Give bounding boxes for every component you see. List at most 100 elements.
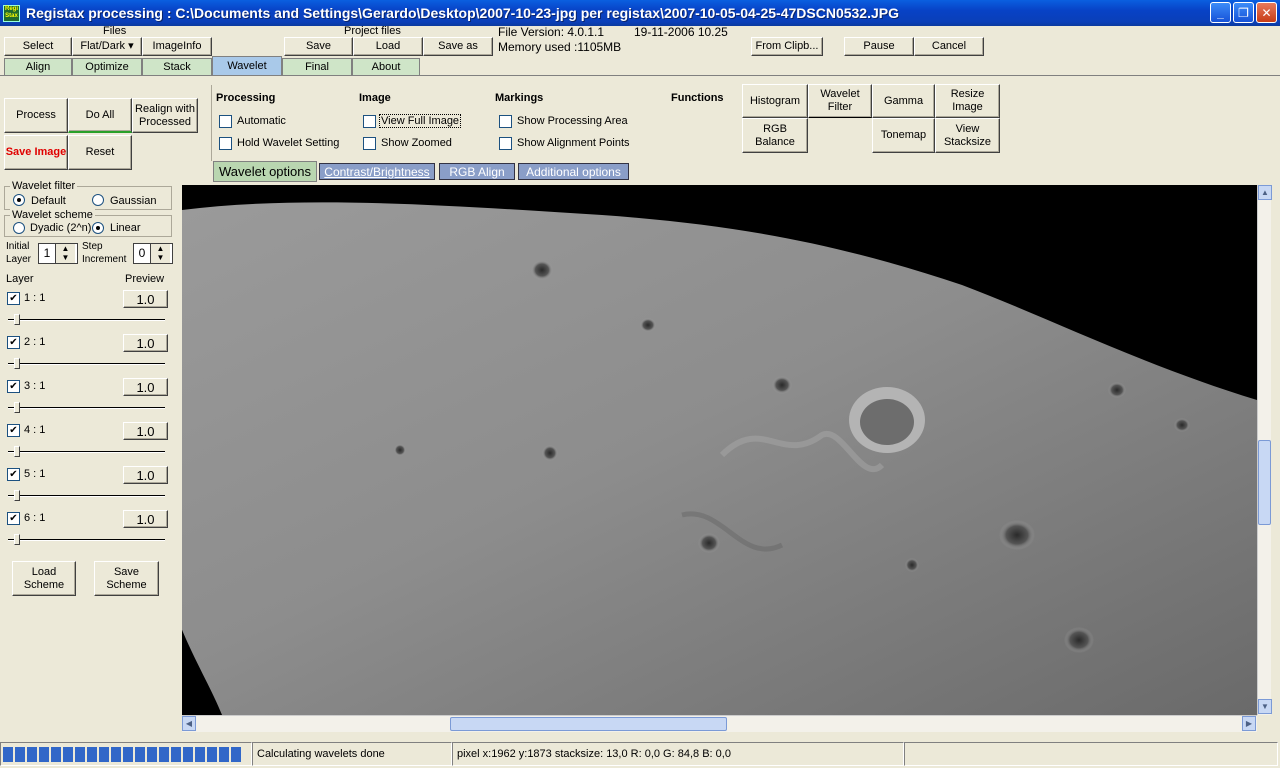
select-button[interactable]: Select: [4, 37, 72, 56]
layer-preview-button[interactable]: 1.0: [123, 378, 168, 396]
scheme-dyadic-radio[interactable]: [13, 222, 25, 234]
layer-checkbox[interactable]: ✔: [7, 292, 20, 305]
tab-align[interactable]: Align: [4, 58, 72, 75]
flat-dark-button[interactable]: Flat/Dark ▾: [72, 37, 142, 56]
show-alignment-points-label: Show Alignment Points: [517, 137, 630, 149]
project-load-button[interactable]: Load: [353, 37, 423, 56]
initial-layer-label: Initial Layer: [6, 241, 32, 265]
hold-wavelet-label: Hold Wavelet Setting: [237, 137, 340, 149]
image-title: Image: [359, 92, 391, 104]
horizontal-scroll-thumb[interactable]: [450, 717, 727, 731]
do-all-button[interactable]: Do All: [68, 98, 132, 133]
load-scheme-button[interactable]: Load Scheme: [12, 561, 76, 596]
markings-title: Markings: [495, 92, 544, 104]
project-save-as-button[interactable]: Save as: [423, 37, 493, 56]
layer-preview-button[interactable]: 1.0: [123, 334, 168, 352]
spin-arrows-icon[interactable]: ▲ ▼: [55, 244, 75, 263]
layer-slider-track[interactable]: [8, 451, 165, 453]
gamma-button[interactable]: Gamma: [872, 84, 935, 118]
resize-image-button[interactable]: Resize Image: [935, 84, 1000, 118]
initial-layer-spinner[interactable]: 1 ▲ ▼: [38, 243, 78, 264]
initial-layer-value: 1: [43, 246, 51, 260]
subtab-contrast-brightness[interactable]: Contrast/Brightness: [319, 163, 435, 180]
scroll-down-icon[interactable]: ▼: [1258, 699, 1272, 714]
horizontal-scrollbar[interactable]: ◀ ▶: [182, 715, 1257, 732]
layer-slider-track[interactable]: [8, 495, 165, 497]
save-image-button[interactable]: Save Image: [4, 135, 68, 170]
layer-preview-button[interactable]: 1.0: [123, 290, 168, 308]
process-button[interactable]: Process: [4, 98, 68, 133]
project-files-label: Project files: [344, 25, 401, 37]
tab-about[interactable]: About: [352, 58, 420, 75]
project-save-button[interactable]: Save: [284, 37, 353, 56]
progress-bar: [0, 742, 252, 766]
pause-button[interactable]: Pause: [844, 37, 914, 56]
processing-title: Processing: [216, 92, 276, 104]
vertical-scrollbar[interactable]: ▲ ▼: [1257, 185, 1272, 715]
reset-button[interactable]: Reset: [68, 135, 132, 170]
layer-slider-thumb[interactable]: [14, 402, 20, 413]
histogram-button[interactable]: Histogram: [742, 84, 808, 118]
layer-checkbox[interactable]: ✔: [7, 512, 20, 525]
step-increment-value: 0: [138, 246, 146, 260]
processed-image[interactable]: [182, 185, 1257, 715]
vertical-scroll-thumb[interactable]: [1258, 440, 1271, 525]
subtab-wavelet-options[interactable]: Wavelet options: [213, 161, 317, 182]
scroll-right-icon[interactable]: ▶: [1242, 716, 1256, 731]
moon-surface-image: [182, 185, 1257, 715]
realign-button[interactable]: Realign with Processed: [132, 98, 198, 133]
filter-gaussian-label: Gaussian: [110, 195, 157, 207]
cancel-button[interactable]: Cancel: [914, 37, 984, 56]
save-scheme-button[interactable]: Save Scheme: [94, 561, 159, 596]
step-increment-spinner[interactable]: 0 ▲ ▼: [133, 243, 173, 264]
wavelet-filter-button[interactable]: Wavelet Filter: [808, 84, 872, 118]
spin-arrows-icon[interactable]: ▲ ▼: [150, 244, 170, 263]
layer-preview-button[interactable]: 1.0: [123, 510, 168, 528]
rgb-balance-button[interactable]: RGB Balance: [742, 118, 808, 153]
layer-slider-track[interactable]: [8, 539, 165, 541]
layer-checkbox[interactable]: ✔: [7, 336, 20, 349]
layer-slider-thumb[interactable]: [14, 446, 20, 457]
layer-name: 3 : 1: [24, 380, 46, 392]
close-button[interactable]: ✕: [1256, 2, 1277, 23]
tab-wavelet[interactable]: Wavelet: [212, 56, 282, 75]
subtab-additional-options[interactable]: Additional options: [518, 163, 629, 180]
view-full-image-checkbox[interactable]: [363, 115, 376, 128]
layer-slider-track[interactable]: [8, 319, 165, 321]
scheme-linear-radio[interactable]: [92, 222, 104, 234]
scheme-linear-label: Linear: [110, 222, 141, 234]
maximize-button[interactable]: ❐: [1233, 2, 1254, 23]
status-empty: [904, 742, 1278, 766]
scroll-left-icon[interactable]: ◀: [182, 716, 196, 731]
tab-final[interactable]: Final: [282, 58, 352, 75]
layer-preview-button[interactable]: 1.0: [123, 422, 168, 440]
layer-checkbox[interactable]: ✔: [7, 468, 20, 481]
view-stacksize-button[interactable]: View Stacksize: [935, 118, 1000, 153]
tonemap-button[interactable]: Tonemap: [872, 118, 935, 153]
layer-slider-thumb[interactable]: [14, 358, 20, 369]
minimize-button[interactable]: _: [1210, 2, 1231, 23]
imageinfo-button[interactable]: ImageInfo: [142, 37, 212, 56]
layer-preview-button[interactable]: 1.0: [123, 466, 168, 484]
scroll-up-icon[interactable]: ▲: [1258, 185, 1272, 200]
layer-slider-thumb[interactable]: [14, 314, 20, 325]
view-full-image-label: View Full Image: [379, 114, 462, 128]
hold-wavelet-checkbox[interactable]: [219, 137, 232, 150]
tab-optimize[interactable]: Optimize: [72, 58, 142, 75]
layer-checkbox[interactable]: ✔: [7, 380, 20, 393]
show-alignment-points-checkbox[interactable]: [499, 137, 512, 150]
layer-slider-thumb[interactable]: [14, 490, 20, 501]
show-processing-area-checkbox[interactable]: [499, 115, 512, 128]
subtab-rgb-align[interactable]: RGB Align: [439, 163, 515, 180]
layer-checkbox[interactable]: ✔: [7, 424, 20, 437]
show-zoomed-checkbox[interactable]: [363, 137, 376, 150]
file-version: File Version: 4.0.1.1: [498, 25, 605, 39]
tab-stack[interactable]: Stack: [142, 58, 212, 75]
filter-default-radio[interactable]: [13, 194, 25, 206]
layer-slider-thumb[interactable]: [14, 534, 20, 545]
layer-slider-track[interactable]: [8, 363, 165, 365]
automatic-checkbox[interactable]: [219, 115, 232, 128]
layer-slider-track[interactable]: [8, 407, 165, 409]
filter-gaussian-radio[interactable]: [92, 194, 104, 206]
from-clipboard-button[interactable]: From Clipb...: [751, 37, 823, 56]
